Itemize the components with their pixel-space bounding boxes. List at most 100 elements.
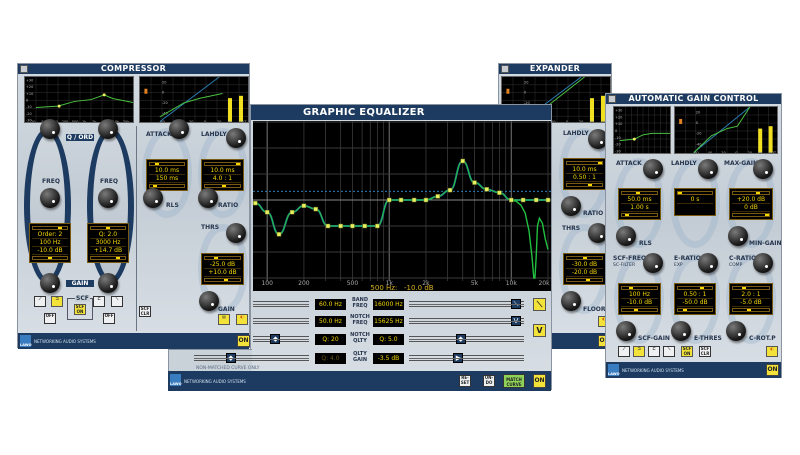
slider-thumb[interactable]: ◆ bbox=[270, 334, 281, 344]
agc-scf-freq-knob[interactable] bbox=[643, 253, 663, 273]
band2-q-knob[interactable] bbox=[98, 119, 118, 139]
eq-left-value[interactable]: 60.0 Hz bbox=[315, 299, 346, 310]
agc-scf-clr-button[interactable]: SCF CLR bbox=[699, 346, 711, 357]
reset-button[interactable]: RE- SET bbox=[459, 375, 471, 387]
eq-right-value[interactable]: 16000 Hz bbox=[373, 299, 404, 310]
eq-left-slider[interactable] bbox=[253, 318, 309, 324]
eq-band-point[interactable] bbox=[520, 197, 526, 203]
level-marker[interactable] bbox=[58, 227, 63, 229]
display-level-bar[interactable] bbox=[677, 286, 713, 290]
level-marker[interactable] bbox=[635, 192, 640, 194]
level-marker[interactable] bbox=[598, 162, 603, 164]
eq-band-point[interactable] bbox=[509, 197, 514, 203]
agc-high-shelf-button[interactable]: ⊏ bbox=[648, 346, 660, 357]
agc-on-button[interactable]: ON bbox=[766, 364, 779, 376]
band1-freq-knob[interactable] bbox=[40, 188, 60, 208]
level-marker[interactable] bbox=[699, 287, 704, 289]
level-marker[interactable] bbox=[682, 309, 687, 311]
level-marker[interactable] bbox=[628, 287, 633, 289]
eq-right-slider[interactable]: ▶ bbox=[409, 353, 524, 363]
high-shelf-button[interactable]: ⊏ bbox=[93, 296, 105, 307]
eq-left-slider[interactable]: ◆ bbox=[194, 353, 309, 363]
attack-display[interactable]: 10.0 ms 150 ms bbox=[146, 159, 188, 191]
level-marker[interactable] bbox=[582, 257, 587, 259]
display-level-bar[interactable] bbox=[566, 256, 603, 260]
eq-band-point[interactable] bbox=[362, 223, 367, 229]
auto-makeup-button[interactable]: ▤ bbox=[218, 314, 230, 325]
rls-knob[interactable] bbox=[143, 188, 163, 208]
band-marker[interactable] bbox=[57, 104, 61, 108]
agc-max-gain-knob[interactable] bbox=[753, 159, 773, 179]
level-marker[interactable] bbox=[153, 185, 158, 187]
level-marker[interactable] bbox=[48, 257, 52, 259]
band1-q-knob[interactable] bbox=[40, 119, 60, 139]
level-marker[interactable] bbox=[747, 309, 752, 311]
level-marker[interactable] bbox=[116, 257, 121, 259]
agc-lahdly-knob[interactable] bbox=[698, 159, 718, 179]
display-level-bar[interactable] bbox=[90, 226, 126, 230]
band2-freq-knob[interactable] bbox=[98, 188, 118, 208]
agc-rls-knob[interactable] bbox=[616, 226, 636, 246]
agc-min-gain-knob[interactable] bbox=[728, 226, 748, 246]
level-marker[interactable] bbox=[765, 214, 770, 216]
slider-thumb[interactable]: ◆ bbox=[225, 353, 236, 363]
display-level-bar[interactable] bbox=[621, 213, 658, 217]
display-level-bar[interactable] bbox=[677, 308, 713, 312]
slider-thumb[interactable]: ◆ bbox=[455, 334, 466, 344]
eq-frequency-response-chart[interactable]: 100 200 500 1k 2k 5k 10k 20k bbox=[253, 121, 551, 291]
eq-band-point[interactable] bbox=[338, 223, 343, 229]
lahdly-display[interactable]: 10.0 ms 4.0 : 1 bbox=[201, 159, 244, 191]
band1-display[interactable]: Order: 2 100 Hz -10.0 dB bbox=[29, 223, 71, 263]
band-marker[interactable] bbox=[632, 137, 636, 141]
band1-off-button[interactable]: OFF bbox=[44, 313, 56, 324]
display-level-bar[interactable] bbox=[90, 256, 126, 260]
agc-lowpass-button[interactable]: ⟍ bbox=[663, 346, 675, 357]
eq-band-point[interactable] bbox=[472, 180, 477, 185]
ratio-knob[interactable] bbox=[198, 188, 218, 208]
eq-graph-area[interactable]: 100 200 500 1k 2k 5k 10k 20k 500 Hz: -10.0 dB bbox=[253, 121, 551, 292]
eq-band-point[interactable] bbox=[545, 197, 551, 203]
eq-right-value[interactable]: 15625 Hz bbox=[373, 316, 404, 327]
band2-display[interactable]: Q: 2.0 3000 Hz +14.7 dB bbox=[87, 223, 129, 263]
display-level-bar[interactable] bbox=[204, 162, 241, 166]
level-marker[interactable] bbox=[741, 287, 746, 289]
eq-band-point[interactable] bbox=[460, 158, 465, 164]
match-curve-button[interactable]: MATCH CURVE bbox=[503, 374, 525, 388]
scf-on-button[interactable]: SCF ON bbox=[74, 304, 86, 315]
attack-knob[interactable] bbox=[169, 119, 189, 139]
eq-left-value[interactable]: Q: 4.0 bbox=[315, 353, 346, 364]
eq-right-slider[interactable]: ⟍ bbox=[409, 299, 524, 309]
display-level-bar[interactable] bbox=[32, 256, 68, 260]
exp-ratio-knob[interactable] bbox=[561, 196, 581, 216]
level-marker[interactable] bbox=[213, 257, 218, 259]
eq-band-point[interactable] bbox=[264, 209, 270, 215]
low-shelf-button[interactable]: ⊐ bbox=[51, 296, 63, 307]
level-marker[interactable] bbox=[587, 184, 592, 186]
level-marker[interactable] bbox=[586, 279, 590, 281]
eq-band-point[interactable] bbox=[276, 232, 282, 237]
agc-attack-knob[interactable] bbox=[643, 159, 663, 179]
eq-right-value[interactable]: -3.5 dB bbox=[373, 353, 404, 364]
agc-scf-display[interactable]: 100 Hz -10.0 dB bbox=[618, 283, 661, 315]
band1-gain-knob[interactable] bbox=[40, 273, 60, 293]
eq-band-point[interactable] bbox=[375, 223, 380, 229]
display-level-bar[interactable] bbox=[732, 213, 770, 217]
display-level-bar[interactable] bbox=[566, 183, 603, 187]
sidechain-listen-button[interactable]: ◐ bbox=[236, 314, 248, 325]
eq-band-point[interactable] bbox=[289, 209, 295, 215]
agc-e-thres-knob[interactable] bbox=[671, 321, 691, 341]
eq-left-slider[interactable] bbox=[253, 301, 309, 307]
level-marker[interactable] bbox=[756, 192, 761, 194]
display-level-bar[interactable] bbox=[677, 191, 713, 195]
eq-notch-toggle[interactable]: V bbox=[533, 324, 546, 337]
agc-sidechain-listen-button[interactable]: ◐ bbox=[766, 346, 778, 357]
eq-band-point[interactable] bbox=[350, 223, 355, 229]
eq-band-point[interactable] bbox=[533, 197, 539, 203]
level-marker[interactable] bbox=[106, 227, 110, 229]
eq-right-slider[interactable]: ◆ bbox=[409, 334, 524, 344]
eq-band-point[interactable] bbox=[447, 187, 453, 193]
window-menu-icon[interactable] bbox=[20, 65, 28, 73]
exp-floor-knob[interactable] bbox=[561, 291, 581, 311]
lowpass-icon[interactable]: ⟍ bbox=[510, 299, 521, 309]
agc-e-ratio-knob[interactable] bbox=[698, 253, 718, 273]
